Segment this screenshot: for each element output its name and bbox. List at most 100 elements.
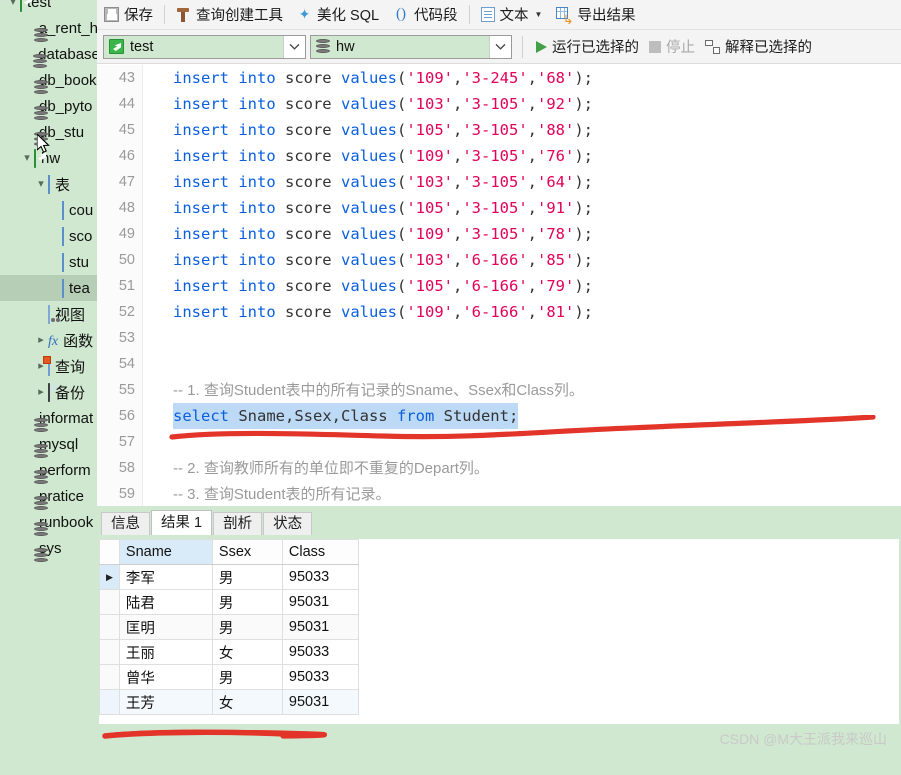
text-mode-button[interactable]: 文本 ▼ (474, 1, 550, 29)
tree-item-13[interactable]: ▸ fx 函数 (0, 327, 97, 353)
tree-item-11[interactable]: ▸tea (0, 275, 97, 301)
row-marker[interactable] (99, 664, 120, 690)
result-tab-2[interactable]: 剖析 (213, 512, 263, 535)
tree-item-4[interactable]: ▸db_pyto (0, 93, 97, 120)
object-tree-sidebar[interactable]: ▾test▸a_rent_h▸database▸db_book▸db_pyto▸… (0, 0, 97, 775)
tree-item-8[interactable]: ▸cou (0, 197, 97, 223)
export-result-button[interactable]: 导出结果 (549, 1, 642, 29)
code-line-55[interactable]: 55 -- 1. 查询Student表中的所有记录的Sname、Ssex和Clas… (97, 377, 901, 403)
result-tab-3[interactable]: 状态 (263, 512, 313, 535)
row-marker[interactable] (99, 614, 120, 640)
cell-ssex[interactable]: 女 (211, 689, 283, 715)
cell-ssex[interactable]: 男 (211, 589, 283, 615)
cell-ssex[interactable]: 男 (211, 614, 283, 640)
code-line-57[interactable]: 57 (97, 429, 901, 455)
query-builder-button[interactable]: 查询创建工具 (169, 1, 290, 29)
cell-sname[interactable]: 陆君 (118, 589, 213, 615)
tree-list[interactable]: ▾test▸a_rent_h▸database▸db_book▸db_pyto▸… (0, 0, 97, 562)
chevron-down-icon[interactable]: ▾ (20, 152, 34, 164)
column-header-ssex[interactable]: Ssex (211, 539, 283, 565)
save-button[interactable]: 保存 (97, 1, 160, 29)
cell-ssex[interactable]: 女 (211, 639, 283, 665)
code-line-48[interactable]: 48 insert into score values('105','3-105'… (97, 195, 901, 221)
sql-editor[interactable]: 43 insert into score values('109','3-245'… (97, 65, 901, 506)
tree-item-18[interactable]: ▸perform (0, 457, 97, 484)
result-grid-body[interactable]: ▶ 李军男 95033 陆君男 95031 匡明男 95031 王丽女 95033 曾华男 9503… (99, 564, 359, 715)
cell-class[interactable]: 95031 (281, 614, 359, 640)
cell-class[interactable]: 95033 (281, 664, 359, 690)
cell-sname[interactable]: 李军 (118, 564, 213, 590)
column-header-sname[interactable]: Sname (118, 539, 213, 565)
chevron-down-icon[interactable]: ▾ (6, 0, 20, 8)
cell-class[interactable]: 95031 (281, 689, 359, 715)
tree-item-20[interactable]: ▸runbook (0, 509, 97, 536)
tree-item-5[interactable]: ▸db_stu (0, 119, 97, 146)
table-row[interactable]: 曾华男 95033 (99, 664, 359, 690)
code-line-53[interactable]: 53 (97, 325, 901, 351)
cell-ssex[interactable]: 男 (211, 564, 283, 590)
result-tab-1[interactable]: 结果 1 (151, 510, 213, 535)
cell-sname[interactable]: 王芳 (118, 689, 213, 715)
tree-item-10[interactable]: ▸stu (0, 249, 97, 275)
cell-sname[interactable]: 曾华 (118, 664, 213, 690)
connection-select-chevron-down-icon[interactable] (283, 35, 305, 58)
code-line-49[interactable]: 49 insert into score values('109','3-105'… (97, 221, 901, 247)
code-line-52[interactable]: 52 insert into score values('109','6-166'… (97, 299, 901, 325)
row-marker[interactable]: ▶ (99, 564, 120, 590)
chevron-right-icon[interactable]: ▸ (34, 334, 48, 346)
cell-class[interactable]: 95031 (281, 589, 359, 615)
code-line-46[interactable]: 46 insert into score values('109','3-105'… (97, 143, 901, 169)
cell-class[interactable]: 95033 (281, 564, 359, 590)
table-row[interactable]: 王芳女 95031 (99, 689, 359, 715)
tree-item-7[interactable]: ▾ 表 (0, 171, 97, 197)
code-line-54[interactable]: 54 (97, 351, 901, 377)
chevron-right-icon[interactable]: ▸ (34, 386, 48, 398)
cell-sname[interactable]: 匡明 (118, 614, 213, 640)
beautify-sql-button[interactable]: ✦ 美化 SQL (290, 1, 386, 29)
code-line-44[interactable]: 44 insert into score values('103','3-105'… (97, 91, 901, 117)
code-line-58[interactable]: 58 -- 2. 查询教师所有的单位即不重复的Depart列。 (97, 455, 901, 481)
code-line-45[interactable]: 45 insert into score values('105','3-105'… (97, 117, 901, 143)
table-row[interactable]: 匡明男 95031 (99, 614, 359, 640)
tree-item-15[interactable]: ▸ 备份 (0, 379, 97, 405)
tree-item-14[interactable]: ▸ 查询 (0, 353, 97, 379)
stop-button[interactable]: 停止 (644, 34, 700, 60)
code-snippet-button[interactable]: () 代码段 (386, 1, 465, 29)
tree-item-21[interactable]: ▸sys (0, 535, 97, 562)
result-tab-0[interactable]: 信息 (101, 512, 150, 535)
tree-item-3[interactable]: ▸db_book (0, 67, 97, 94)
chevron-down-icon[interactable]: ▾ (34, 178, 48, 190)
code-line-51[interactable]: 51 insert into score values('105','6-166'… (97, 273, 901, 299)
table-row[interactable]: 王丽女 95033 (99, 639, 359, 665)
tree-item-0[interactable]: ▾ test (0, 0, 97, 15)
tree-item-12[interactable]: ▸视图 (0, 301, 97, 327)
cell-ssex[interactable]: 男 (211, 664, 283, 690)
code-line-47[interactable]: 47 insert into score values('103','3-105'… (97, 169, 901, 195)
tree-item-17[interactable]: ▸mysql (0, 431, 97, 458)
connection-select[interactable]: test (103, 34, 306, 59)
cell-class[interactable]: 95033 (281, 639, 359, 665)
row-marker[interactable] (99, 689, 120, 715)
result-grid-wrapper[interactable]: Sname Ssex Class ▶ 李军男 95033 陆君男 95031 匡明男 95031… (99, 539, 899, 724)
database-select-chevron-down-icon[interactable] (489, 35, 511, 58)
tree-item-6[interactable]: ▾ hw (0, 145, 97, 171)
code-line-56[interactable]: 56 select Sname,Ssex,Class from Student; (97, 403, 901, 429)
table-row[interactable]: 陆君男 95031 (99, 589, 359, 615)
database-select[interactable]: hw (310, 34, 512, 59)
column-header-class[interactable]: Class (281, 539, 359, 565)
tree-item-19[interactable]: ▸pratice (0, 483, 97, 510)
table-row[interactable]: ▶ 李军男 95033 (99, 564, 359, 590)
run-selected-button[interactable]: 运行已选择的 (531, 34, 644, 60)
result-tabs[interactable]: 信息 结果 1 剖析 状态 (101, 510, 313, 535)
code-line-43[interactable]: 43 insert into score values('109','3-245'… (97, 65, 901, 91)
code-line-59[interactable]: 59 -- 3. 查询Student表的所有记录。 (97, 481, 901, 506)
code-area[interactable]: 43 insert into score values('109','3-245'… (97, 65, 901, 506)
tree-item-1[interactable]: ▸a_rent_h (0, 15, 97, 42)
row-marker[interactable] (99, 589, 120, 615)
chevron-down-icon[interactable]: ▼ (535, 10, 543, 19)
tree-item-16[interactable]: ▸informat (0, 405, 97, 432)
cell-sname[interactable]: 王丽 (118, 639, 213, 665)
result-grid[interactable]: Sname Ssex Class ▶ 李军男 95033 陆君男 95031 匡明男 95031… (99, 539, 359, 715)
tree-item-9[interactable]: ▸sco (0, 223, 97, 249)
row-marker[interactable] (99, 639, 120, 665)
